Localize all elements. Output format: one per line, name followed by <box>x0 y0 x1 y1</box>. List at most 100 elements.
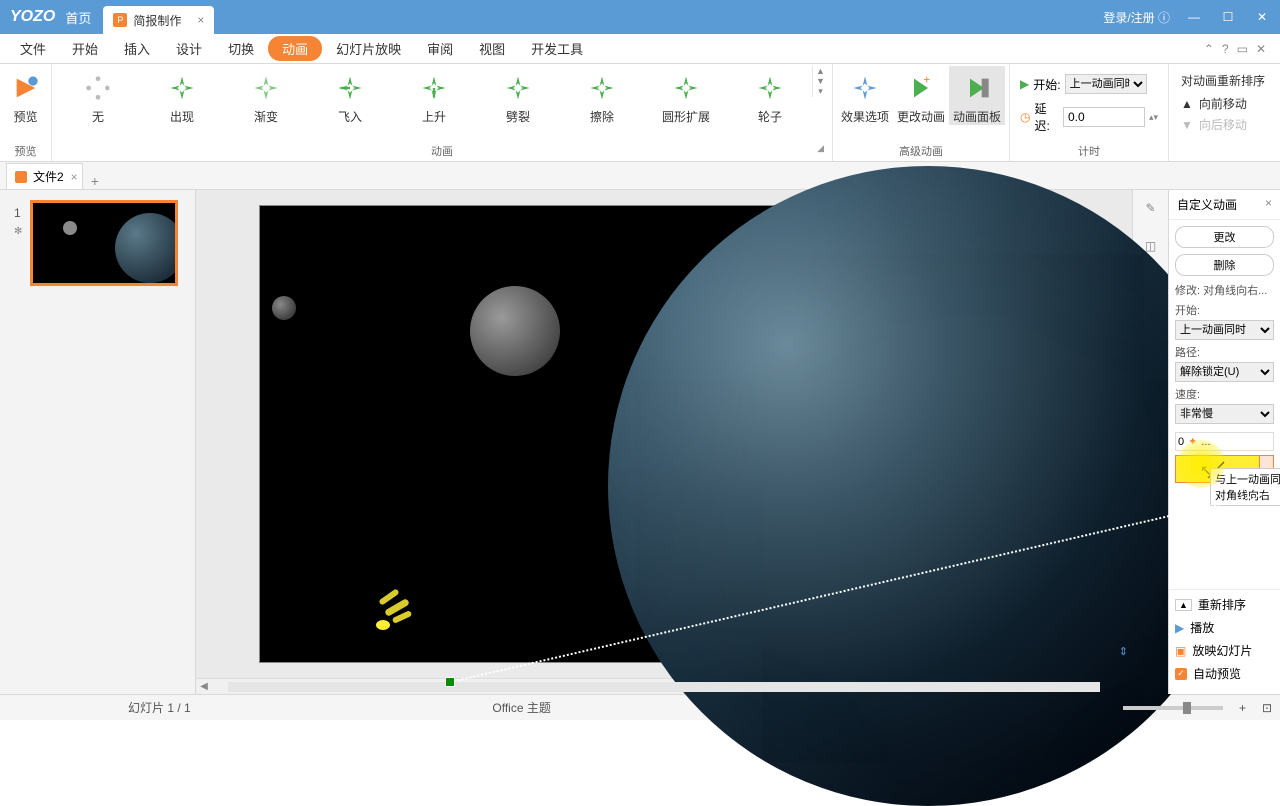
close-tab-icon[interactable]: × <box>197 13 204 27</box>
rise-icon <box>418 72 450 104</box>
wipe-icon <box>586 72 618 104</box>
panel-start-select[interactable]: 上一动画同时 <box>1175 320 1274 340</box>
menu-file[interactable]: 文件 <box>8 35 58 62</box>
tool-pen-icon[interactable]: ✎ <box>1141 198 1161 218</box>
theme-label: Office 主题 <box>492 699 550 716</box>
reorder-button[interactable]: ▲重新排序 <box>1175 596 1274 613</box>
menu-insert[interactable]: 插入 <box>112 35 162 62</box>
slideshow-button[interactable]: ▣放映幻灯片 <box>1175 642 1274 659</box>
gallery-appear[interactable]: 出现 <box>140 66 224 125</box>
play-icon: ▶ <box>1175 621 1184 635</box>
canvas-area: ⇕ ◀ ▶ <box>196 190 1132 694</box>
moon-image <box>470 286 560 376</box>
checkbox-checked-icon: ✓ <box>1175 668 1187 680</box>
effect-list-header: 0 ✦ ... <box>1175 432 1274 451</box>
flyin-icon <box>334 72 366 104</box>
file-tabs: 文件2 × + <box>0 162 1280 190</box>
group-advanced-label: 高级动画 <box>837 141 1005 161</box>
title-bar: YOZO 首页 P 简报制作 × 登录/注册 ⓘ — ☐ ✕ <box>0 0 1280 34</box>
motion-path-start-handle[interactable] <box>446 678 454 686</box>
change-animation-icon: + <box>905 72 937 104</box>
help-icon[interactable]: ? <box>1222 42 1229 56</box>
panel-speed-select[interactable]: 非常慢 <box>1175 404 1274 424</box>
autopreview-checkbox[interactable]: ✓自动预览 <box>1175 665 1274 682</box>
panel-speed-label: 速度: <box>1175 386 1274 402</box>
menu-design[interactable]: 设计 <box>164 35 214 62</box>
gallery-wipe[interactable]: 擦除 <box>560 66 644 125</box>
ribbon-close-icon[interactable]: ✕ <box>1256 42 1266 56</box>
change-button[interactable]: 更改 <box>1175 226 1274 248</box>
thumbnail-pane[interactable]: 1 ✻ <box>0 190 196 694</box>
gallery-split[interactable]: 劈裂 <box>476 66 560 125</box>
gallery-circle[interactable]: 圆形扩展 <box>644 66 728 125</box>
small-moon-image <box>272 296 296 320</box>
panel-close-icon[interactable]: × <box>1265 196 1272 213</box>
menu-review[interactable]: 审阅 <box>415 35 465 62</box>
menu-slideshow[interactable]: 幻灯片放映 <box>324 35 413 62</box>
panel-path-select[interactable]: 解除锁定(U) <box>1175 362 1274 382</box>
menu-animation[interactable]: 动画 <box>268 36 322 61</box>
play-button[interactable]: ▶播放 <box>1175 619 1274 636</box>
home-link[interactable]: 首页 <box>65 8 91 27</box>
maximize-icon[interactable]: ☐ <box>1218 10 1238 24</box>
triangle-up-icon: ▲ <box>1181 97 1193 111</box>
triangle-down-icon: ▼ <box>1181 118 1193 132</box>
modify-label: 修改: 对角线向右... <box>1175 282 1274 298</box>
gallery-none[interactable]: 无 <box>56 66 140 125</box>
circle-expand-icon <box>670 72 702 104</box>
zoom-slider[interactable] <box>1123 706 1223 710</box>
gallery-flyin[interactable]: 飞入 <box>308 66 392 125</box>
close-window-icon[interactable]: ✕ <box>1252 10 1272 24</box>
ribbon-min-icon[interactable]: ▭ <box>1237 42 1248 56</box>
gallery-fade[interactable]: 渐变 <box>224 66 308 125</box>
menu-home[interactable]: 开始 <box>60 35 110 62</box>
gallery-scroll[interactable]: ▲▼▾ <box>812 66 828 97</box>
none-icon <box>82 72 114 104</box>
move-earlier-button[interactable]: ▲向前移动 <box>1181 95 1280 112</box>
menu-transition[interactable]: 切换 <box>216 35 266 62</box>
document-tab[interactable]: P 简报制作 × <box>103 6 214 34</box>
fit-button[interactable]: ⊡ <box>1262 701 1272 715</box>
animation-panel: 自定义动画 × 更改 删除 修改: 对角线向右... 开始: 上一动画同时 路径… <box>1168 190 1280 694</box>
remove-button[interactable]: 删除 <box>1175 254 1274 276</box>
file-tab[interactable]: 文件2 × <box>6 163 83 189</box>
file-tab-label: 文件2 <box>33 168 64 185</box>
panel-title: 自定义动画 <box>1177 196 1237 213</box>
vscroll-indicator-icon[interactable]: ⇕ <box>1119 645 1128 658</box>
start-select[interactable]: 上一动画同时 <box>1065 74 1147 94</box>
minimize-icon[interactable]: — <box>1184 10 1204 24</box>
effect-options-icon <box>849 72 881 104</box>
zoom-in-button[interactable]: + <box>1239 701 1246 715</box>
triangle-up-small-icon: ▲ <box>1175 599 1192 611</box>
clock-icon: ◷ <box>1020 110 1030 124</box>
login-link[interactable]: 登录/注册 ⓘ <box>1103 9 1170 26</box>
fade-icon <box>250 72 282 104</box>
add-file-tab-button[interactable]: + <box>83 173 107 189</box>
scroll-left-icon[interactable]: ◀ <box>196 681 212 692</box>
preview-button[interactable]: 预览 <box>4 66 47 125</box>
ribbon: 预览 预览 无 出现 渐变 飞入 上升 劈裂 擦除 圆形扩展 轮子 ▲▼▾ 动画… <box>0 64 1280 162</box>
preview-icon <box>10 72 42 104</box>
menu-devtools[interactable]: 开发工具 <box>519 35 595 62</box>
effect-options-button[interactable]: 效果选项 <box>837 66 893 125</box>
comet-shape[interactable] <box>376 620 390 630</box>
delay-input[interactable] <box>1063 107 1145 127</box>
split-icon <box>502 72 534 104</box>
appear-icon <box>166 72 198 104</box>
svg-text:+: + <box>923 74 930 86</box>
reorder-header: 对动画重新排序 <box>1181 72 1280 89</box>
delay-label: 延迟: <box>1034 100 1058 134</box>
slide-thumbnail[interactable] <box>30 200 178 286</box>
change-animation-button[interactable]: +更改动画 <box>893 66 949 125</box>
presentation-file-icon <box>15 171 27 183</box>
close-file-icon[interactable]: × <box>71 170 78 184</box>
presentation-icon: P <box>113 13 127 27</box>
menu-view[interactable]: 视图 <box>467 35 517 62</box>
ribbon-collapse-icon[interactable]: ⌃ <box>1204 42 1214 56</box>
panel-path-label: 路径: <box>1175 344 1274 360</box>
gallery-wheel[interactable]: 轮子 <box>728 66 812 125</box>
animation-panel-button[interactable]: 动画面板 <box>949 66 1005 125</box>
dialog-launcher-icon[interactable]: ◢ <box>817 143 824 154</box>
gallery-rise[interactable]: 上升 <box>392 66 476 125</box>
app-logo: YOZO <box>0 8 65 26</box>
